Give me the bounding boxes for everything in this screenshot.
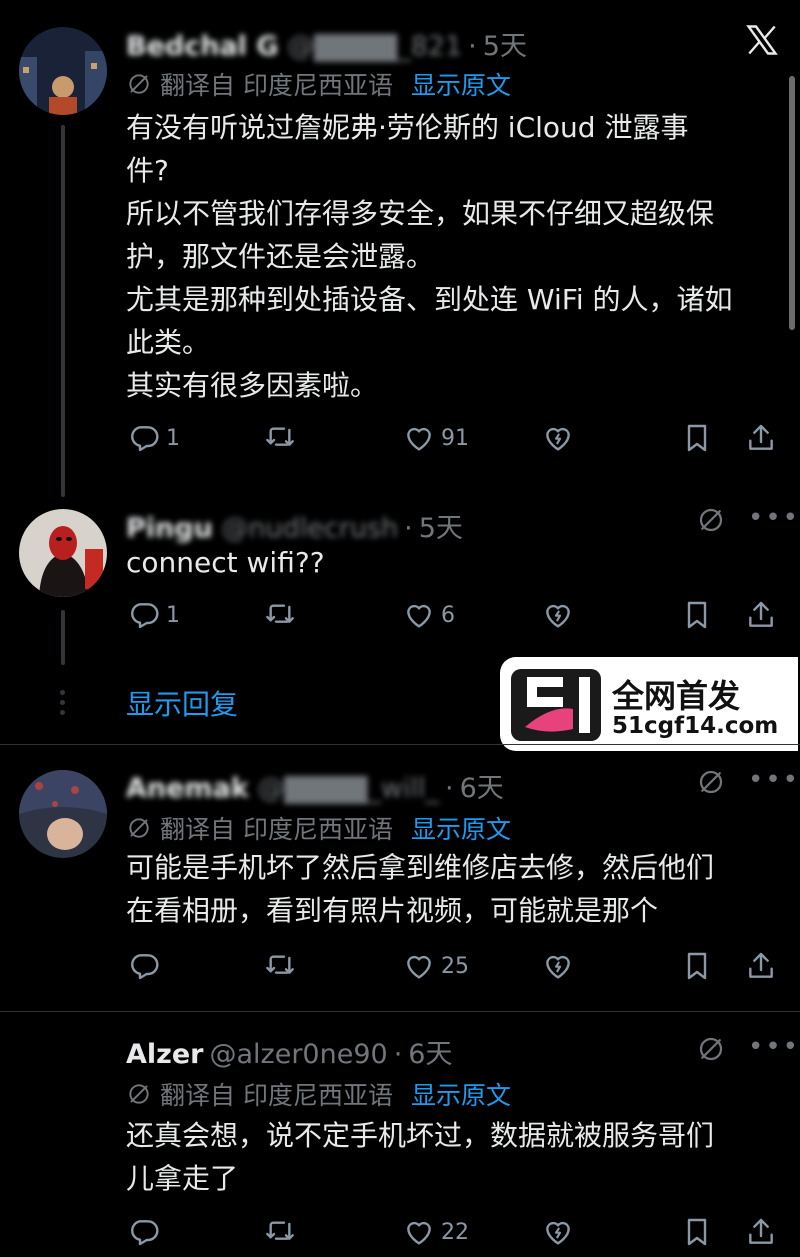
share-icon <box>745 1216 777 1248</box>
divider <box>0 744 800 745</box>
bookmark-icon <box>681 1216 713 1248</box>
mute-icon[interactable] <box>696 1034 726 1064</box>
translate-icon <box>126 815 152 841</box>
heart-icon <box>403 599 435 631</box>
reply-button[interactable] <box>128 1212 160 1252</box>
share-icon <box>745 599 777 631</box>
avatar[interactable] <box>19 27 107 115</box>
heart-icon <box>403 950 435 982</box>
grok-button[interactable] <box>542 1212 574 1252</box>
reply-icon <box>128 422 160 454</box>
mute-icon[interactable] <box>696 505 726 535</box>
bookmark-button[interactable] <box>681 946 713 986</box>
grok-icon <box>542 422 574 454</box>
share-button[interactable] <box>745 595 777 635</box>
post-text: 可能是手机坏了然后拿到维修店去修，然后他们 在看相册，看到有照片视频，可能就是那… <box>126 851 715 927</box>
retweet-button[interactable] <box>264 1212 296 1252</box>
thread-dots <box>59 690 67 716</box>
share-icon <box>745 422 777 454</box>
retweet-button[interactable] <box>264 418 296 458</box>
watermark-title: 全网首发 <box>612 677 741 715</box>
share-button[interactable] <box>745 1212 777 1252</box>
reply-icon <box>128 1216 160 1248</box>
reply-button[interactable] <box>128 946 160 986</box>
heart-icon <box>403 1216 435 1248</box>
author-name[interactable]: Bedchal G @▇▇▇▇_821 <box>126 31 462 62</box>
author-name[interactable]: Anemak @▇▇▇▇_will_ <box>126 773 439 804</box>
translated-notice: 翻译自 印度尼西亚语 显示原文 <box>126 1076 511 1112</box>
bookmark-button[interactable] <box>681 1212 713 1252</box>
scrollbar[interactable] <box>789 76 795 330</box>
like-button[interactable]: 22 <box>403 1212 469 1252</box>
action-bar: 1 91 <box>0 418 800 458</box>
reply-icon <box>128 599 160 631</box>
post-header: Anemak @▇▇▇▇_will_ · 6天 <box>126 766 504 805</box>
more-options-icon[interactable]: ••• <box>748 1032 800 1062</box>
share-icon <box>745 950 777 982</box>
more-options-icon[interactable]: ••• <box>748 503 800 533</box>
reply-button[interactable]: 1 <box>128 595 180 635</box>
retweet-button[interactable] <box>264 946 296 986</box>
watermark-logo: 51 <box>511 669 601 741</box>
x-logo-icon[interactable]: X <box>744 22 780 58</box>
watermark-url: 51cgf14.com <box>612 713 779 739</box>
retweet-icon <box>264 950 296 982</box>
like-button[interactable]: 91 <box>403 418 469 458</box>
like-button[interactable]: 25 <box>403 946 469 986</box>
post-header: Bedchal G @▇▇▇▇_821 · 5天 <box>126 24 527 63</box>
share-button[interactable] <box>745 418 777 458</box>
grok-button[interactable] <box>542 946 574 986</box>
like-button[interactable]: 6 <box>403 595 455 635</box>
bookmark-button[interactable] <box>681 418 713 458</box>
translated-notice: 翻译自 印度尼西亚语 显示原文 <box>126 810 511 846</box>
bookmark-icon <box>681 599 713 631</box>
action-bar: 25 <box>0 946 800 986</box>
translated-notice: 翻译自 印度尼西亚语 显示原文 <box>126 66 511 102</box>
grok-icon <box>542 950 574 982</box>
bookmark-button[interactable] <box>681 595 713 635</box>
post-time: 5天 <box>418 513 463 544</box>
more-options-icon[interactable]: ••• <box>748 765 800 795</box>
show-original-link[interactable]: 显示原文 <box>411 810 511 846</box>
bookmark-icon <box>681 422 713 454</box>
post-header: Pingu @nudlecrush · 5天 <box>126 506 463 545</box>
divider <box>0 1011 800 1012</box>
retweet-icon <box>264 422 296 454</box>
share-button[interactable] <box>745 946 777 986</box>
retweet-button[interactable] <box>264 595 296 635</box>
grok-button[interactable] <box>542 418 574 458</box>
post-text: 有没有听说过詹妮弗·劳伦斯的 iCloud 泄露事 件? 所以不管我们存得多安全… <box>126 111 733 402</box>
post-time: 6天 <box>408 1039 453 1070</box>
post-text: 还真会想，说不定手机坏过，数据就被服务哥们 儿拿走了 <box>126 1119 715 1195</box>
grok-button[interactable] <box>542 595 574 635</box>
post-header: Alzer @alzer0ne90 · 6天 <box>126 1032 452 1071</box>
show-original-link[interactable]: 显示原文 <box>411 66 511 102</box>
retweet-icon <box>264 599 296 631</box>
post-text: connect wifi?? <box>126 546 325 579</box>
reply-icon <box>128 950 160 982</box>
show-replies-link[interactable]: 显示回复 <box>126 683 238 723</box>
translate-icon <box>126 71 152 97</box>
action-bar: 22 <box>0 1212 800 1252</box>
reply-button[interactable]: 1 <box>128 418 180 458</box>
post-time: 6天 <box>459 773 504 804</box>
author-handle[interactable]: @alzer0ne90 <box>210 1039 388 1070</box>
author-name[interactable]: Alzer <box>126 1039 204 1070</box>
post-time: 5天 <box>482 31 527 62</box>
grok-icon <box>542 1216 574 1248</box>
show-original-link[interactable]: 显示原文 <box>411 1076 511 1112</box>
mute-icon[interactable] <box>696 767 726 797</box>
bookmark-icon <box>681 950 713 982</box>
grok-icon <box>542 599 574 631</box>
watermark-badge: 51 全网首发 51cgf14.com <box>500 657 798 751</box>
avatar[interactable] <box>19 770 107 858</box>
retweet-icon <box>264 1216 296 1248</box>
translate-icon <box>126 1081 152 1107</box>
author-name[interactable]: Pingu @nudlecrush <box>126 513 398 544</box>
action-bar: 1 6 <box>0 595 800 635</box>
avatar[interactable] <box>19 509 107 597</box>
heart-icon <box>403 422 435 454</box>
